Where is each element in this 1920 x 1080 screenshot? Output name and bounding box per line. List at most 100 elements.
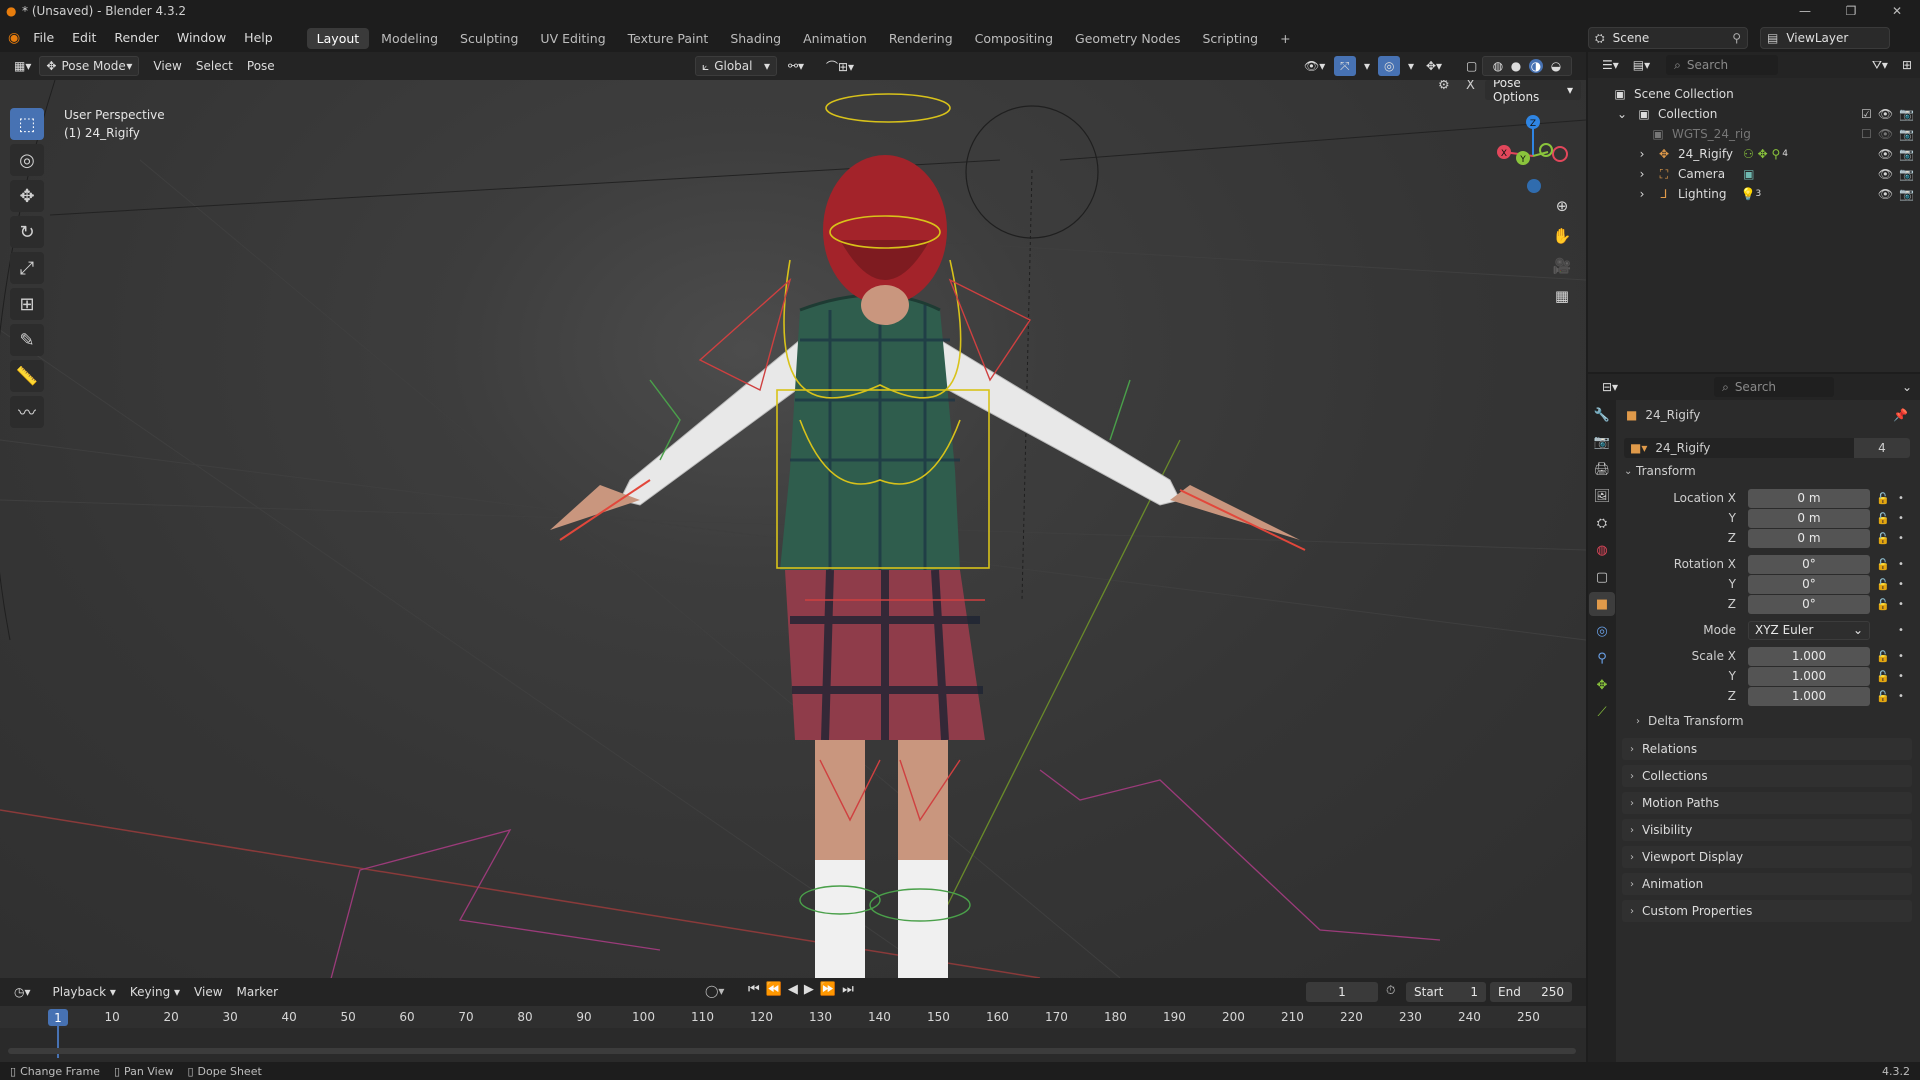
lock-icon[interactable]: 🔓 bbox=[1876, 558, 1890, 571]
checkbox-icon[interactable]: ☑ bbox=[1861, 107, 1872, 121]
menu-timeline-view[interactable]: View bbox=[188, 982, 228, 1002]
new-collection-icon[interactable]: ⊞ bbox=[1896, 55, 1918, 75]
camera-icon[interactable]: 📷 bbox=[1899, 147, 1914, 161]
lock-icon[interactable]: 🔓 bbox=[1876, 492, 1890, 505]
location-y-field[interactable]: 0 m bbox=[1748, 508, 1870, 528]
camera-icon[interactable]: 📷 bbox=[1899, 107, 1914, 121]
properties-search[interactable]: ⌕ Search bbox=[1714, 377, 1835, 397]
close-button[interactable]: ✕ bbox=[1874, 0, 1920, 22]
location-x-field[interactable]: 0 m bbox=[1748, 488, 1870, 508]
move-icon[interactable]: ✥ bbox=[10, 180, 44, 212]
snap-toggle[interactable]: ⌒⊞▾ bbox=[820, 56, 860, 76]
output-tab-icon[interactable]: 🖨 bbox=[1589, 457, 1615, 481]
bone-tab-icon[interactable]: ⟋ bbox=[1589, 700, 1615, 724]
lock-icon[interactable]: 🔓 bbox=[1876, 578, 1890, 591]
camera-icon[interactable]: 📷 bbox=[1899, 187, 1914, 201]
maximize-button[interactable]: ❐ bbox=[1828, 0, 1874, 22]
chevron-right-icon[interactable]: › bbox=[1634, 147, 1650, 161]
outliner-row-scene-collection[interactable]: ▣ Scene Collection bbox=[1588, 84, 1920, 104]
eye-closed-icon[interactable]: 👁 bbox=[1878, 127, 1893, 141]
timeline-body[interactable]: 10 20 30 40 50 60 70 80 90 100 110 120 130 140 150 160 1… bbox=[0, 1006, 1586, 1062]
keyframe-dot-icon[interactable]: • bbox=[1898, 651, 1904, 662]
editor-type-icon[interactable]: ▦▾ bbox=[8, 56, 37, 76]
solid-shading-icon[interactable]: ● bbox=[1511, 59, 1521, 73]
pin-icon[interactable]: 📌 bbox=[1893, 408, 1908, 422]
overlay-dropdown[interactable]: ▾ bbox=[1402, 56, 1420, 76]
menu-view[interactable]: View bbox=[147, 56, 187, 76]
next-keyframe-icon[interactable]: ⏩ bbox=[820, 982, 836, 997]
eye-icon[interactable]: 👁 bbox=[1878, 107, 1893, 121]
lock-icon[interactable]: 🔓 bbox=[1876, 690, 1890, 703]
camera-view-icon[interactable]: 🎥 bbox=[1548, 252, 1576, 280]
keyframe-dot-icon[interactable]: • bbox=[1898, 625, 1904, 636]
scene-tab-icon[interactable]: ⛭ bbox=[1589, 511, 1615, 535]
panel-visibility[interactable]: › Visibility bbox=[1622, 819, 1912, 841]
blender-menu-icon[interactable]: ◉ bbox=[8, 30, 20, 46]
perspective-grid-icon[interactable]: ▦ bbox=[1548, 282, 1576, 310]
panel-motion-paths[interactable]: › Motion Paths bbox=[1622, 792, 1912, 814]
mirror-x-icon[interactable]: X bbox=[1466, 80, 1486, 98]
scale-y-field[interactable]: 1.000 bbox=[1748, 666, 1870, 686]
lock-icon[interactable]: 🔓 bbox=[1876, 532, 1890, 545]
menu-edit[interactable]: Edit bbox=[63, 22, 105, 54]
location-z-field[interactable]: 0 m bbox=[1748, 528, 1870, 548]
minimize-button[interactable]: — bbox=[1782, 0, 1828, 22]
render-tab-icon[interactable]: 📷 bbox=[1589, 430, 1615, 454]
object-tab-icon[interactable]: ■ bbox=[1589, 592, 1615, 616]
chevron-right-icon[interactable]: › bbox=[1634, 187, 1650, 201]
pose-options-button[interactable]: Pose Options ▾ bbox=[1485, 80, 1581, 104]
preview-range-icon[interactable]: ⏱ bbox=[1386, 983, 1395, 998]
eye-icon[interactable]: 👁 bbox=[1878, 187, 1893, 201]
tab-layout[interactable]: Layout bbox=[306, 27, 370, 49]
tab-sculpting[interactable]: Sculpting bbox=[450, 28, 528, 49]
outliner-row-rigify[interactable]: › ✥ 24_Rigify ⚇ ✥ ⚲ 4 👁 📷 bbox=[1588, 144, 1920, 164]
lock-icon[interactable]: 🔓 bbox=[1876, 598, 1890, 611]
measure-icon[interactable]: 📏 bbox=[10, 360, 44, 392]
keyframe-dot-icon[interactable]: • bbox=[1898, 513, 1904, 524]
end-frame-field[interactable]: End 250 bbox=[1490, 982, 1572, 1002]
tab-rendering[interactable]: Rendering bbox=[879, 28, 963, 49]
relax-pose-icon[interactable]: 〰 bbox=[10, 396, 44, 428]
outliner-row-camera[interactable]: › ⛶ Camera ▣ 👁 📷 bbox=[1588, 164, 1920, 184]
orientation-selector[interactable]: ⟀ Global ▾ bbox=[695, 56, 777, 76]
panel-relations[interactable]: › Relations bbox=[1622, 738, 1912, 760]
menu-marker[interactable]: Marker bbox=[231, 982, 284, 1002]
pose-options-icon[interactable]: ⚙ bbox=[1438, 80, 1464, 98]
zoom-icon[interactable]: ⊕ bbox=[1548, 192, 1576, 220]
menu-help[interactable]: Help bbox=[235, 22, 282, 54]
timeline-editor-icon[interactable]: ◷▾ bbox=[8, 982, 37, 1002]
prev-keyframe-icon[interactable]: ⏪ bbox=[766, 982, 782, 997]
pan-hand-icon[interactable]: ✋ bbox=[1548, 222, 1576, 250]
keyframe-dot-icon[interactable]: • bbox=[1898, 691, 1904, 702]
outliner-search[interactable]: ⌕ Search bbox=[1666, 55, 1779, 75]
menu-keying[interactable]: Keying ▾ bbox=[124, 982, 186, 1002]
display-mode-icon[interactable]: ▤▾ bbox=[1627, 55, 1656, 75]
tab-geometry-nodes[interactable]: Geometry Nodes bbox=[1065, 28, 1190, 49]
shading-modes[interactable]: ◍ ● ◑ ◒ bbox=[1482, 56, 1572, 76]
wireframe-shading-icon[interactable]: ◍ bbox=[1493, 59, 1503, 73]
select-box-icon[interactable]: ⬚ bbox=[10, 108, 44, 140]
chevron-down-icon[interactable]: ⌄ bbox=[1896, 377, 1918, 397]
visibility-selector[interactable]: 👁▾ bbox=[1298, 56, 1331, 76]
keyframe-dot-icon[interactable]: • bbox=[1898, 559, 1904, 570]
timeline-scrollbar[interactable] bbox=[8, 1048, 1576, 1054]
lock-icon[interactable]: 🔓 bbox=[1876, 512, 1890, 525]
outliner-row-wgts[interactable]: ▣ WGTS_24_rig ☐ 👁 📷 bbox=[1588, 124, 1920, 144]
outliner-row-lighting[interactable]: › ⅃ Lighting 💡 3 👁 📷 bbox=[1588, 184, 1920, 204]
mode-selector[interactable]: ✥ Pose Mode ▾ bbox=[39, 56, 140, 76]
annotate-icon[interactable]: ✎ bbox=[10, 324, 44, 356]
scale-x-field[interactable]: 1.000 bbox=[1748, 646, 1870, 666]
xray-toggle[interactable]: ▢ bbox=[1460, 56, 1483, 76]
current-frame-field[interactable]: 1 bbox=[1306, 982, 1378, 1002]
physics-tab-icon[interactable]: ◎ bbox=[1589, 619, 1615, 643]
delta-transform-subpanel[interactable]: › Delta Transform bbox=[1636, 714, 1744, 728]
jump-start-icon[interactable]: ⏮ bbox=[748, 982, 760, 997]
outliner-editor-icon[interactable]: ☰▾ bbox=[1596, 55, 1625, 75]
transform-panel-header[interactable]: ⌄ Transform bbox=[1624, 464, 1696, 478]
view-layer-tab-icon[interactable]: 🖼 bbox=[1589, 484, 1615, 508]
datablock-selector[interactable]: ■▾ 24_Rigify 4 bbox=[1624, 438, 1910, 458]
keyframe-dot-icon[interactable]: • bbox=[1898, 671, 1904, 682]
rendered-shading-icon[interactable]: ◒ bbox=[1551, 59, 1561, 73]
rotate-icon[interactable]: ↻ bbox=[10, 216, 44, 248]
menu-file[interactable]: File bbox=[24, 22, 63, 54]
